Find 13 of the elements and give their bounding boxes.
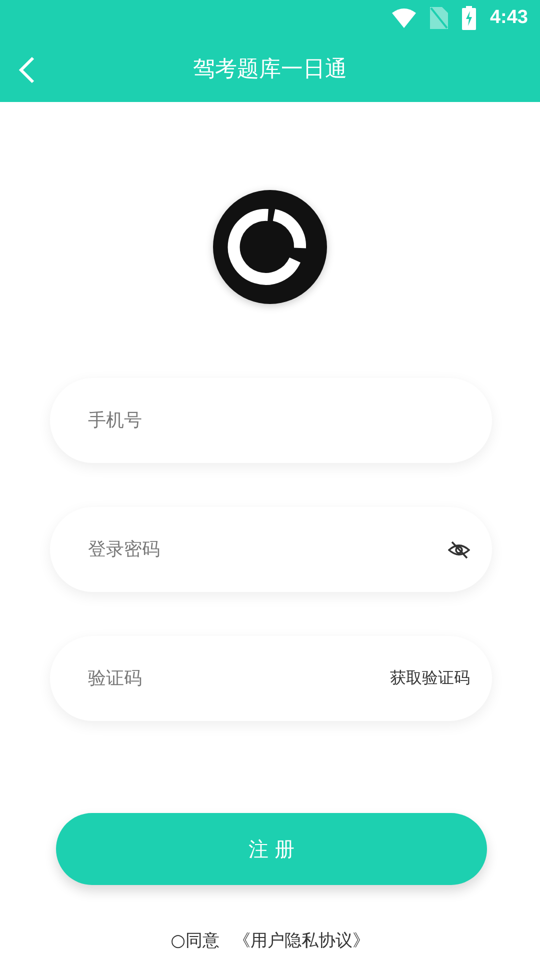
input-field[interactable]: 登录密码 <box>86 538 448 561</box>
privacy-link[interactable]: 《用户隐私协议》 <box>233 929 370 952</box>
agree-text[interactable]: ○同意 <box>170 929 220 952</box>
input-field[interactable]: 手机号 <box>86 409 470 432</box>
no-sim-icon <box>430 7 448 29</box>
app-logo-icon <box>211 188 329 306</box>
get-code-button[interactable]: 获取验证码 <box>390 668 470 689</box>
hidden-eye-icon[interactable] <box>448 540 470 558</box>
battery-icon <box>462 6 476 30</box>
header-title: 驾考题库一日通 <box>193 56 347 84</box>
input-field[interactable]: 验证码 <box>86 667 390 690</box>
status-time: 4:43 <box>490 7 528 29</box>
wifi-icon <box>392 8 416 28</box>
